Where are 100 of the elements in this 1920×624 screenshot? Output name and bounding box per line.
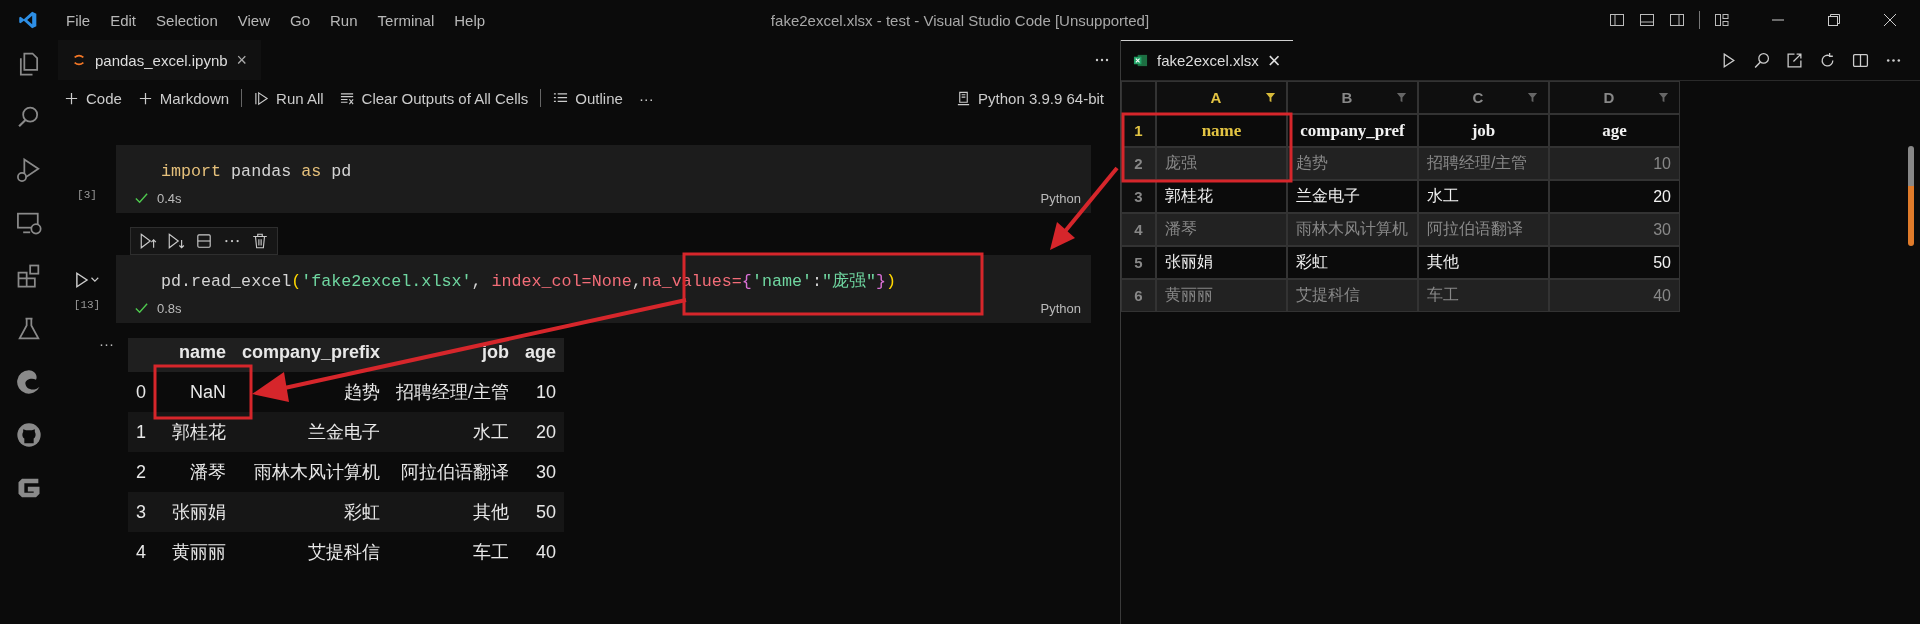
github-icon[interactable]	[15, 421, 43, 449]
sheet-cell[interactable]: 40	[1549, 279, 1680, 312]
run-below-icon[interactable]	[167, 232, 185, 250]
toolbar-button[interactable]: Markdown	[131, 86, 236, 110]
menu-item[interactable]: Edit	[100, 11, 147, 29]
sheet-cell[interactable]: 车工	[1418, 279, 1549, 312]
sheet-cell[interactable]: 50	[1549, 246, 1680, 279]
plus-icon	[137, 90, 153, 106]
sheet-cell[interactable]: 庞强	[1156, 147, 1287, 180]
refresh-icon[interactable]	[1819, 51, 1836, 69]
column-header: company_prefix	[234, 338, 389, 372]
close-tab-button[interactable]: ×	[236, 49, 248, 71]
sheet-cell[interactable]: 艾提科信	[1287, 279, 1418, 312]
table-cell: 10	[517, 372, 565, 412]
table-cell: 郭桂花	[164, 412, 234, 452]
close-icon[interactable]	[1882, 12, 1898, 28]
code-line: import pandas as pd	[160, 161, 353, 183]
output-more-button[interactable]: ···	[58, 338, 118, 572]
table-cell: 黄丽丽	[164, 532, 234, 572]
window-title: fake2excel.xlsx - test - Visual Studio Code [Unsupported]	[770, 11, 1150, 29]
sheet-cell[interactable]: 30	[1549, 213, 1680, 246]
table-cell: 40	[517, 532, 565, 572]
cell-language[interactable]: Python	[1040, 191, 1081, 206]
sheet-cell[interactable]: 彩虹	[1287, 246, 1418, 279]
corner-cell[interactable]	[1121, 81, 1156, 114]
search-icon[interactable]	[1753, 51, 1770, 69]
split-cell-icon[interactable]	[195, 232, 213, 250]
spreadsheet-icon	[1133, 53, 1148, 68]
column-header[interactable]: C	[1418, 81, 1549, 114]
sheet-cell[interactable]: name	[1156, 114, 1287, 147]
run-above-icon[interactable]	[139, 232, 157, 250]
restore-icon[interactable]	[1826, 12, 1842, 28]
execution-count: [13]	[73, 299, 101, 311]
filter-icon[interactable]	[1265, 92, 1276, 103]
table-cell: 3	[128, 492, 164, 532]
sheet-cell[interactable]: 黄丽丽	[1156, 279, 1287, 312]
column-header: name	[164, 338, 234, 372]
sheet-cell[interactable]: job	[1418, 114, 1549, 147]
close-tab-button[interactable]: ×	[1267, 47, 1281, 74]
jupyter-icon	[72, 53, 86, 67]
more-button[interactable]: ···	[632, 86, 660, 110]
plus-icon	[64, 90, 79, 106]
sheet-cell[interactable]: 20	[1549, 180, 1680, 213]
menu-item[interactable]: Terminal	[367, 11, 445, 29]
menu-item[interactable]: Selection	[146, 11, 228, 29]
sheet-cell[interactable]: 兰金电子	[1287, 180, 1418, 213]
vscode-logo-icon	[18, 10, 38, 30]
run-all-icon	[254, 90, 270, 106]
menu-item[interactable]: Go	[280, 11, 320, 29]
table-cell: 潘琴	[164, 452, 234, 492]
layout-icon[interactable]	[1714, 12, 1730, 28]
table-cell: 0	[128, 372, 164, 412]
toolbar-button[interactable]: Code	[58, 86, 128, 110]
cell-language[interactable]: Python	[1040, 301, 1081, 316]
sheet-cell[interactable]: 雨林木风计算机	[1287, 213, 1418, 246]
sheet-cell[interactable]: 10	[1549, 147, 1680, 180]
column-header[interactable]: A	[1156, 81, 1287, 114]
execution-count: [3]	[77, 189, 97, 201]
kernel-button[interactable]: Python 3.9.9 64-bit	[950, 86, 1110, 110]
table-cell: 1	[128, 412, 164, 452]
menu-item[interactable]: View	[227, 11, 280, 29]
table-cell: 2	[128, 452, 164, 492]
toggle-secondary-sidebar-icon[interactable]	[1669, 12, 1685, 28]
editor-tab[interactable]: pandas_excel.ipynb ×	[58, 40, 262, 80]
check-icon	[134, 191, 149, 206]
run-cell-icon[interactable]	[73, 271, 101, 289]
table-cell: 雨林木风计算机	[234, 452, 389, 492]
menu-item[interactable]: File	[56, 11, 101, 29]
sheet-cell[interactable]: 招聘经理/主管	[1418, 147, 1549, 180]
toggle-sidebar-icon[interactable]	[1609, 12, 1625, 28]
menu-item[interactable]: Run	[320, 11, 368, 29]
toggle-panel-icon[interactable]	[1639, 12, 1655, 28]
row-header[interactable]: 4	[1121, 213, 1156, 246]
sheet-cell[interactable]: 趋势	[1287, 147, 1418, 180]
column-header: age	[517, 338, 565, 372]
column-header[interactable]: B	[1287, 81, 1418, 114]
sheet-cell[interactable]: 张丽娟	[1156, 246, 1287, 279]
toolbar-button[interactable]: Run All	[248, 86, 330, 110]
table-cell: 趋势	[234, 372, 389, 412]
toolbar-button[interactable]: Clear Outputs of All Cells	[333, 86, 535, 110]
toolbar-button[interactable]: Outline	[547, 86, 629, 110]
table-cell: 其他	[388, 492, 518, 532]
column-header[interactable]: D	[1549, 81, 1680, 114]
table-cell: 张丽娟	[164, 492, 234, 532]
scrollbar[interactable]	[1908, 146, 1914, 246]
menu-item[interactable]: Help	[444, 11, 496, 29]
open-external-icon[interactable]	[1786, 51, 1803, 69]
sheet-cell[interactable]: 水工	[1418, 180, 1549, 213]
sheet-cell[interactable]: 其他	[1418, 246, 1549, 279]
table-cell: 水工	[388, 412, 518, 452]
sheet-cell[interactable]: 阿拉伯语翻译	[1418, 213, 1549, 246]
delete-icon[interactable]	[251, 232, 269, 250]
row-header[interactable]: 5	[1121, 246, 1156, 279]
sheet-cell[interactable]: company_pref	[1287, 114, 1418, 147]
split-editor-icon[interactable]	[1852, 51, 1869, 69]
table-cell: NaN	[164, 372, 234, 412]
row-header[interactable]: 2	[1121, 147, 1156, 180]
row-header[interactable]: 6	[1121, 279, 1156, 312]
sheet-cell[interactable]: 潘琴	[1156, 213, 1287, 246]
sheet-cell[interactable]: age	[1549, 114, 1680, 147]
